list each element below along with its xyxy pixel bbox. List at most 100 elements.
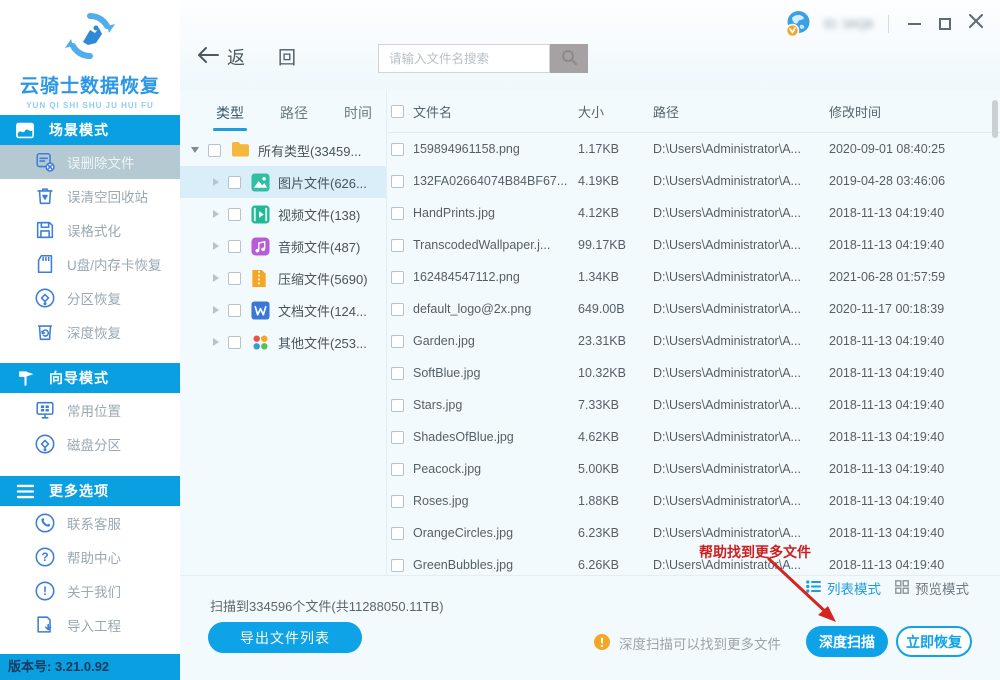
sidebar-item[interactable]: 磁盘分区 (0, 427, 180, 461)
table-row[interactable]: default_logo@2x.png 649.00B D:\Users\Admin… (388, 293, 1000, 325)
sidebar-item[interactable]: 导入工程 (0, 608, 180, 642)
row-checkbox[interactable] (391, 462, 404, 476)
tree-tab-时间[interactable]: 时间 (344, 103, 372, 131)
column-header-time[interactable]: 修改时间 (829, 102, 1000, 121)
cell-filename: ShadesOfBlue.jpg (413, 430, 514, 444)
row-checkbox[interactable] (391, 206, 404, 220)
caret-right-icon[interactable] (213, 242, 219, 250)
cell-time: 2018-11-13 04:19:40 (829, 558, 945, 572)
caret-right-icon[interactable] (213, 306, 219, 314)
maximize-button[interactable] (935, 14, 955, 34)
column-header-path[interactable]: 路径 (653, 102, 829, 121)
table-row[interactable]: OrangeCircles.jpg 6.23KB D:\Users\Administ… (388, 517, 1000, 549)
cell-filename: Peacock.jpg (413, 462, 482, 476)
tree-node-checkbox[interactable] (228, 271, 241, 285)
table-row[interactable]: HandPrints.jpg 4.12KB D:\Users\Administrat… (388, 197, 1000, 229)
tree-node-checkbox[interactable] (228, 335, 241, 349)
tree-node-checkbox[interactable] (228, 303, 241, 317)
tree-node[interactable]: 音频文件(487) (180, 230, 386, 262)
row-checkbox[interactable] (391, 430, 404, 444)
row-checkbox[interactable] (391, 334, 404, 348)
minimize-button[interactable] (904, 14, 924, 34)
sidebar-item[interactable]: 误清空回收站 (0, 179, 180, 213)
tree-node-checkbox[interactable] (228, 175, 241, 189)
tree-tab-路径[interactable]: 路径 (280, 103, 308, 131)
tree-tab-类型[interactable]: 类型 (213, 103, 247, 131)
tree-node-checkbox[interactable] (228, 239, 241, 253)
table-row[interactable]: TranscodedWallpaper.j... 99.17KB D:\Users\… (388, 229, 1000, 261)
row-checkbox[interactable] (391, 366, 404, 380)
caret-right-icon[interactable] (213, 178, 219, 186)
close-button[interactable] (966, 14, 986, 34)
back-button[interactable]: 返 回 (197, 44, 310, 70)
row-checkbox[interactable] (391, 302, 404, 316)
table-row[interactable]: GreenBubbles.jpg 6.26KB D:\Users\Administr… (388, 549, 1000, 575)
table-row[interactable]: SoftBlue.jpg 10.32KB D:\Users\Administrato… (388, 357, 1000, 389)
sidebar-item-label: 常用位置 (67, 404, 121, 419)
sidebar-item[interactable]: 误格式化 (0, 213, 180, 247)
list-mode-toggle[interactable]: 列表模式 (806, 578, 881, 598)
menu-group-1[interactable]: 向导模式 (0, 363, 180, 393)
table-scrollbar[interactable] (992, 100, 998, 138)
sidebar-item[interactable]: ? 帮助中心 (0, 540, 180, 574)
cell-path: D:\Users\Administrator\A... (653, 238, 801, 252)
caret-right-icon[interactable] (213, 338, 219, 346)
sidebar-item[interactable]: 常用位置 (0, 393, 180, 427)
sidebar-item[interactable]: 联系客服 (0, 506, 180, 540)
tree-node-checkbox[interactable] (208, 143, 221, 157)
avatar[interactable] (784, 9, 813, 38)
table-row[interactable]: Roses.jpg 1.88KB D:\Users\Administrator\A.… (388, 485, 1000, 517)
sidebar-item[interactable]: 分区恢复 (0, 281, 180, 315)
table-row[interactable]: Peacock.jpg 5.00KB D:\Users\Administrator\… (388, 453, 1000, 485)
table-row[interactable]: Stars.jpg 7.33KB D:\Users\Administrator\A.… (388, 389, 1000, 421)
tree-node[interactable]: 所有类型(33459... (180, 134, 386, 166)
tree-node[interactable]: 压缩文件(5690) (180, 262, 386, 294)
tree-node[interactable]: 图片文件(626... (180, 166, 386, 198)
row-checkbox[interactable] (391, 238, 404, 252)
tree-node[interactable]: 文档文件(124... (180, 294, 386, 326)
cell-path: D:\Users\Administrator\A... (653, 334, 801, 348)
more-options-icon (14, 480, 36, 502)
column-header-name[interactable]: 文件名 (413, 102, 578, 121)
row-checkbox[interactable] (391, 558, 404, 572)
folder-icon (231, 141, 250, 160)
row-checkbox[interactable] (391, 174, 404, 188)
table-row[interactable]: 162484547112.png 1.34KB D:\Users\Administr… (388, 261, 1000, 293)
sidebar-item[interactable]: U盘/内存卡恢复 (0, 247, 180, 281)
search-input[interactable] (378, 44, 550, 73)
deep-scan-button[interactable]: 深度扫描 (806, 626, 888, 657)
sidebar-item[interactable]: ! 关于我们 (0, 574, 180, 608)
table-row[interactable]: Garden.jpg 23.31KB D:\Users\Administrator\… (388, 325, 1000, 357)
menu-group-2[interactable]: 更多选项 (0, 476, 180, 506)
caret-down-icon[interactable] (191, 147, 199, 153)
menu-gap (0, 349, 180, 363)
cell-time: 2018-11-13 04:19:40 (829, 398, 945, 412)
cell-time: 2018-11-13 04:19:40 (829, 526, 945, 540)
select-all-checkbox[interactable] (391, 104, 404, 118)
row-checkbox[interactable] (391, 142, 404, 156)
table-row[interactable]: ShadesOfBlue.jpg 4.62KB D:\Users\Administr… (388, 421, 1000, 453)
search-button[interactable] (550, 44, 588, 73)
table-row[interactable]: 159894961158.png 1.17KB D:\Users\Administr… (388, 133, 1000, 165)
row-checkbox[interactable] (391, 270, 404, 284)
caret-right-icon[interactable] (213, 210, 219, 218)
cell-filename: OrangeCircles.jpg (413, 526, 514, 540)
table-row[interactable]: 132FA02664074B84BF67... 4.19KB D:\Users\Ad… (388, 165, 1000, 197)
preview-mode-toggle[interactable]: 预览模式 (895, 578, 969, 598)
column-header-size[interactable]: 大小 (578, 102, 653, 121)
row-checkbox[interactable] (391, 398, 404, 412)
caret-right-icon[interactable] (213, 274, 219, 282)
tree-node[interactable]: 视频文件(138) (180, 198, 386, 230)
row-checkbox[interactable] (391, 526, 404, 540)
sidebar-item-label: 联系客服 (67, 517, 121, 532)
tree-node-checkbox[interactable] (228, 207, 241, 221)
menu-group-0[interactable]: 场景模式 (0, 115, 180, 145)
sidebar-item[interactable]: 误删除文件 (0, 145, 180, 179)
recover-now-button[interactable]: 立即恢复 (896, 626, 972, 657)
cell-path: D:\Users\Administrator\A... (653, 366, 801, 380)
sidebar-item[interactable]: 深度恢复 (0, 315, 180, 349)
cell-size: 1.34KB (578, 270, 620, 284)
tree-node[interactable]: 其他文件(253... (180, 326, 386, 358)
row-checkbox[interactable] (391, 494, 404, 508)
export-file-list-button[interactable]: 导出文件列表 (208, 622, 362, 653)
